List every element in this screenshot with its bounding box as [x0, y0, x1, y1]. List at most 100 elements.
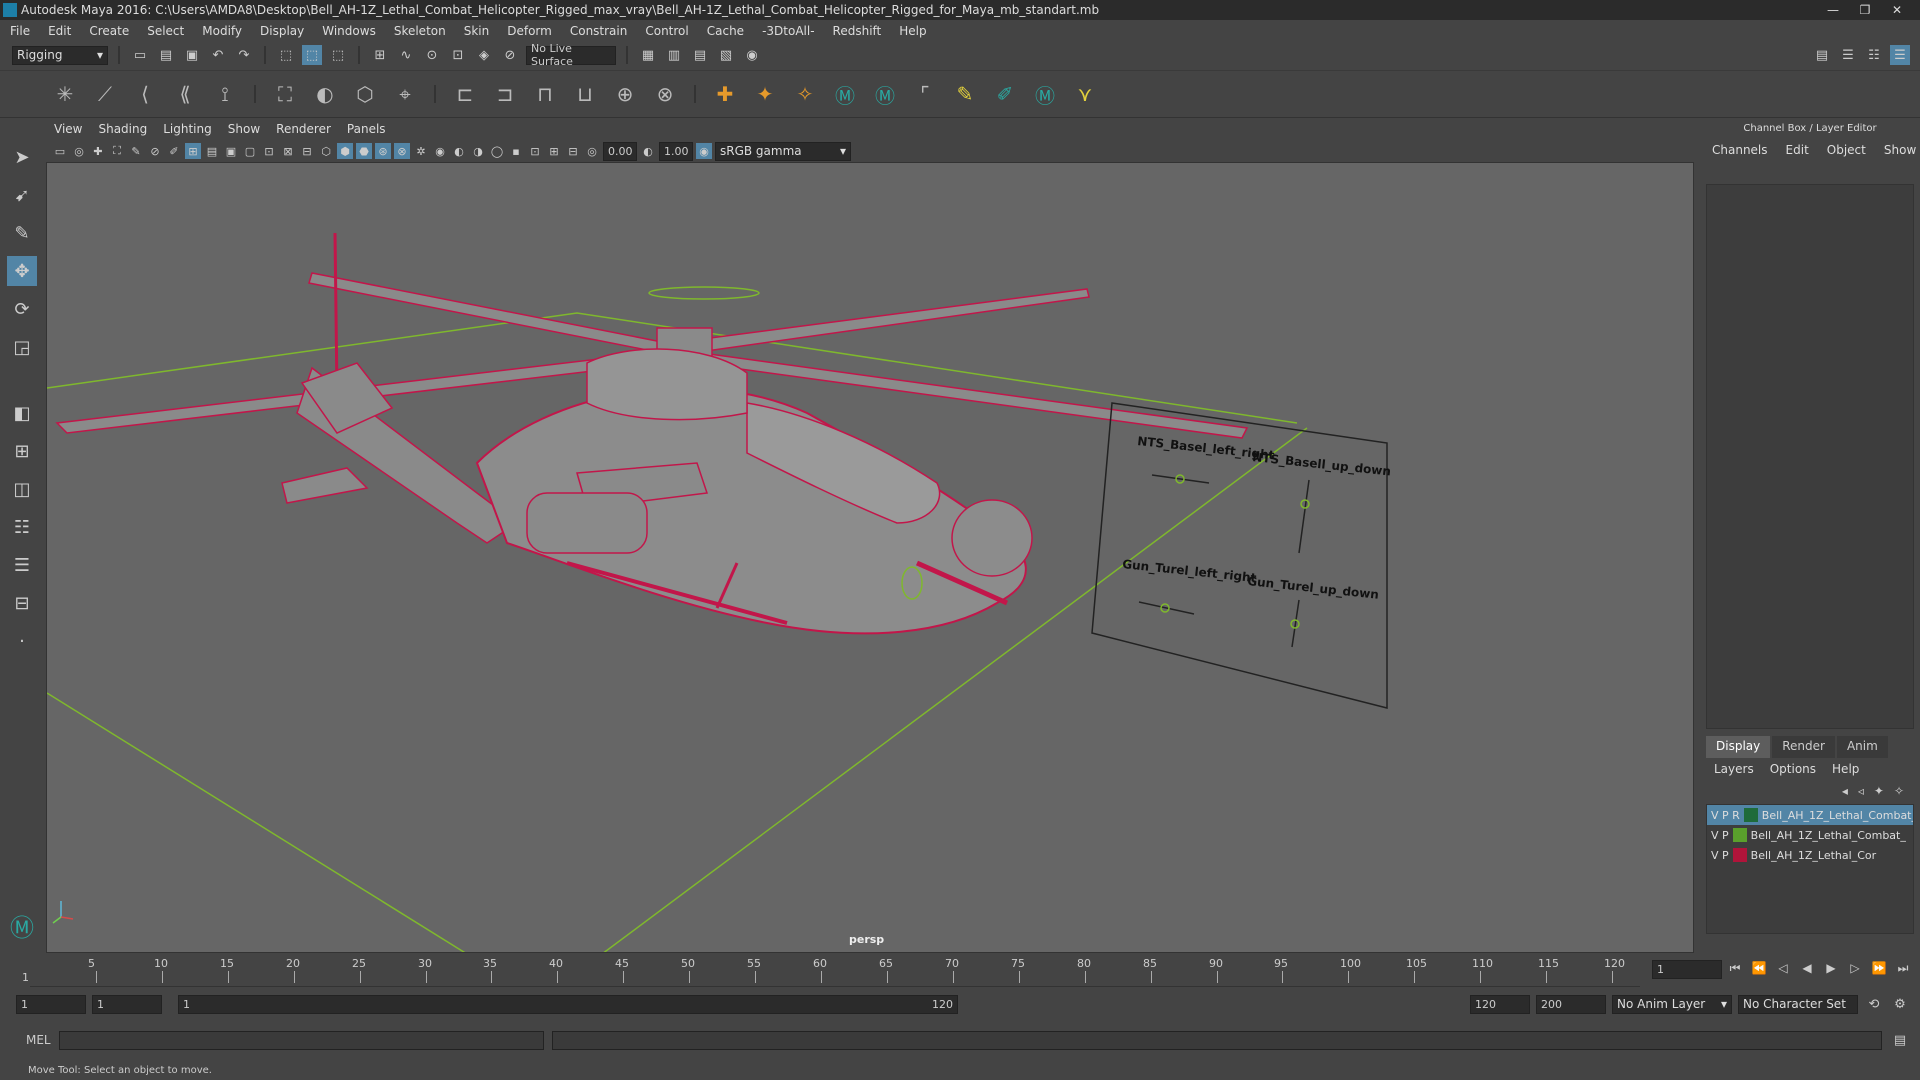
scale-constraint-icon[interactable]: ⊔	[570, 79, 600, 109]
channel-box-menu-show[interactable]: Show	[1884, 143, 1916, 157]
animation-preferences-icon[interactable]: ⚙	[1890, 994, 1910, 1014]
maximize-button[interactable]: ❐	[1852, 3, 1878, 17]
start-time-field[interactable]: 1	[16, 994, 86, 1014]
smooth-shade-icon[interactable]: ⬢	[337, 143, 353, 159]
play-backward-icon[interactable]: ◀	[1798, 959, 1816, 977]
wireframe-icon[interactable]: ⬡	[318, 143, 334, 159]
modeling-toolkit-icon[interactable]: ▤	[1812, 45, 1832, 65]
timeline-ticks[interactable]: 1 5 10 15 20 25 30 35 40 45 50 55 60 65 70 75 80 85 90 95 1…	[22, 953, 1640, 987]
step-forward-key-icon[interactable]: ⏩	[1870, 959, 1888, 977]
textured-icon[interactable]: ⊛	[375, 143, 391, 159]
layer-menu-help[interactable]: Help	[1832, 762, 1859, 776]
current-frame-field[interactable]: 1	[1652, 960, 1722, 979]
menu-deform[interactable]: Deform	[507, 24, 552, 38]
quick-rig-icon[interactable]: Ⓜ	[870, 79, 900, 109]
menu-windows[interactable]: Windows	[322, 24, 376, 38]
paint-weights-icon[interactable]: ◐	[310, 79, 340, 109]
color-management-icon[interactable]: ◉	[696, 143, 712, 159]
viewport-menu-panels[interactable]: Panels	[347, 122, 386, 136]
layer-menu-options[interactable]: Options	[1770, 762, 1816, 776]
close-button[interactable]: ✕	[1884, 3, 1910, 17]
channel-box-body[interactable]	[1706, 184, 1914, 729]
channel-box-icon[interactable]: ☰	[1890, 45, 1910, 65]
lock-camera-icon[interactable]: ⊘	[147, 143, 163, 159]
channel-box-menu-object[interactable]: Object	[1827, 143, 1866, 157]
resolution-gate-icon[interactable]: ▣	[223, 143, 239, 159]
scale-tool-icon[interactable]: ◲	[7, 332, 37, 362]
orient-joint-icon[interactable]: ⟪	[170, 79, 200, 109]
viewport-menu-view[interactable]: View	[54, 122, 82, 136]
render-settings-icon[interactable]: ▧	[716, 45, 736, 65]
menu-skin[interactable]: Skin	[464, 24, 490, 38]
layer-flags[interactable]: V P	[1711, 829, 1729, 842]
select-object-icon[interactable]: ⬚	[302, 45, 322, 65]
single-view-layout-icon[interactable]: ◧	[7, 398, 37, 428]
menu-modify[interactable]: Modify	[202, 24, 242, 38]
depth-of-field-icon[interactable]: ▪	[508, 143, 524, 159]
exposure-icon[interactable]: ◎	[584, 143, 600, 159]
isolate-select-icon[interactable]: ⊡	[527, 143, 543, 159]
menu-create[interactable]: Create	[89, 24, 129, 38]
step-forward-frame-icon[interactable]: ▷	[1846, 959, 1864, 977]
cluster-icon[interactable]: ⌖	[390, 79, 420, 109]
layer-color-swatch[interactable]	[1732, 848, 1747, 862]
lasso-tool-icon[interactable]: ➹	[7, 180, 37, 210]
shadows-icon[interactable]: ◉	[432, 143, 448, 159]
orient-constraint-icon[interactable]: ⊓	[530, 79, 560, 109]
key-translate-icon[interactable]: ✧	[790, 79, 820, 109]
menu-help[interactable]: Help	[899, 24, 926, 38]
layer-row[interactable]: V P Bell_AH_1Z_Lethal_Cor	[1707, 845, 1913, 865]
ik-spline-icon[interactable]: ⟨	[130, 79, 160, 109]
viewport-menu-renderer[interactable]: Renderer	[276, 122, 331, 136]
snap-grid-icon[interactable]: ⊞	[370, 45, 390, 65]
new-layer-from-selected-icon[interactable]: ✧	[1894, 784, 1904, 798]
hypershade-layout-icon[interactable]: ⊟	[7, 588, 37, 618]
rotate-tool-icon[interactable]: ⟳	[7, 294, 37, 324]
exposure-field[interactable]: 0.00	[603, 141, 637, 161]
use-all-lights-icon[interactable]: ✲	[413, 143, 429, 159]
pole-vector-icon[interactable]: ⊗	[650, 79, 680, 109]
move-layer-up-icon[interactable]: ◂	[1842, 784, 1848, 798]
go-to-end-icon[interactable]: ⏭	[1894, 959, 1912, 977]
menu-3dtoall[interactable]: -3DtoAll-	[762, 24, 814, 38]
select-hierarchy-icon[interactable]: ⬚	[276, 45, 296, 65]
layer-row[interactable]: V P Bell_AH_1Z_Lethal_Combat_	[1707, 825, 1913, 845]
ambient-occlusion-icon[interactable]: ◐	[451, 143, 467, 159]
playback-end-field[interactable]: 120	[1470, 994, 1530, 1014]
menu-edit[interactable]: Edit	[48, 24, 71, 38]
undo-icon[interactable]: ↶	[208, 45, 228, 65]
set-key-icon[interactable]: ✦	[750, 79, 780, 109]
menu-constrain[interactable]: Constrain	[570, 24, 628, 38]
layer-flags[interactable]: V P R	[1711, 809, 1740, 822]
channel-box-menu-edit[interactable]: Edit	[1786, 143, 1809, 157]
play-forward-icon[interactable]: ▶	[1822, 959, 1840, 977]
anim-layer-dropdown[interactable]: No Anim Layer ▾	[1612, 994, 1732, 1014]
command-input[interactable]	[58, 1030, 544, 1050]
render-icon[interactable]: ✐	[990, 79, 1020, 109]
script-editor-icon[interactable]: Ⓜ	[1030, 79, 1060, 109]
gamma-icon[interactable]: ◐	[640, 143, 656, 159]
snap-point-icon[interactable]: ⊙	[422, 45, 442, 65]
move-tool-icon[interactable]: ✥	[7, 256, 37, 286]
viewport-menu-lighting[interactable]: Lighting	[163, 122, 212, 136]
parent-constraint-icon[interactable]: ⊏	[450, 79, 480, 109]
more-layouts-icon[interactable]: ·	[7, 626, 37, 656]
auto-key-icon[interactable]: ⟲	[1864, 994, 1884, 1014]
character-set-dropdown[interactable]: No Character Set	[1738, 994, 1858, 1014]
gate-mask-icon[interactable]: ▢	[242, 143, 258, 159]
xray-icon[interactable]: ⊗	[394, 143, 410, 159]
gamma-field[interactable]: 1.00	[659, 141, 693, 161]
tab-anim[interactable]: Anim	[1836, 736, 1888, 758]
3d-viewport[interactable]: NTS_Basel_left_right NTS_Basell_up_down …	[46, 162, 1694, 953]
end-time-field[interactable]: 200	[1536, 994, 1606, 1014]
snap-surface-icon[interactable]: ◈	[474, 45, 494, 65]
safe-action-icon[interactable]: ⊠	[280, 143, 296, 159]
render-view-icon[interactable]: ▦	[638, 45, 658, 65]
scene-canvas[interactable]: NTS_Basel_left_right NTS_Basell_up_down …	[47, 163, 1694, 953]
colorspace-dropdown[interactable]: sRGB gamma ▾	[715, 141, 851, 161]
paint-select-icon[interactable]: ✎	[7, 218, 37, 248]
four-view-layout-icon[interactable]: ⊞	[7, 436, 37, 466]
channel-box-menu-channels[interactable]: Channels	[1712, 143, 1768, 157]
tab-display[interactable]: Display	[1706, 736, 1771, 758]
tab-render[interactable]: Render	[1772, 736, 1835, 758]
